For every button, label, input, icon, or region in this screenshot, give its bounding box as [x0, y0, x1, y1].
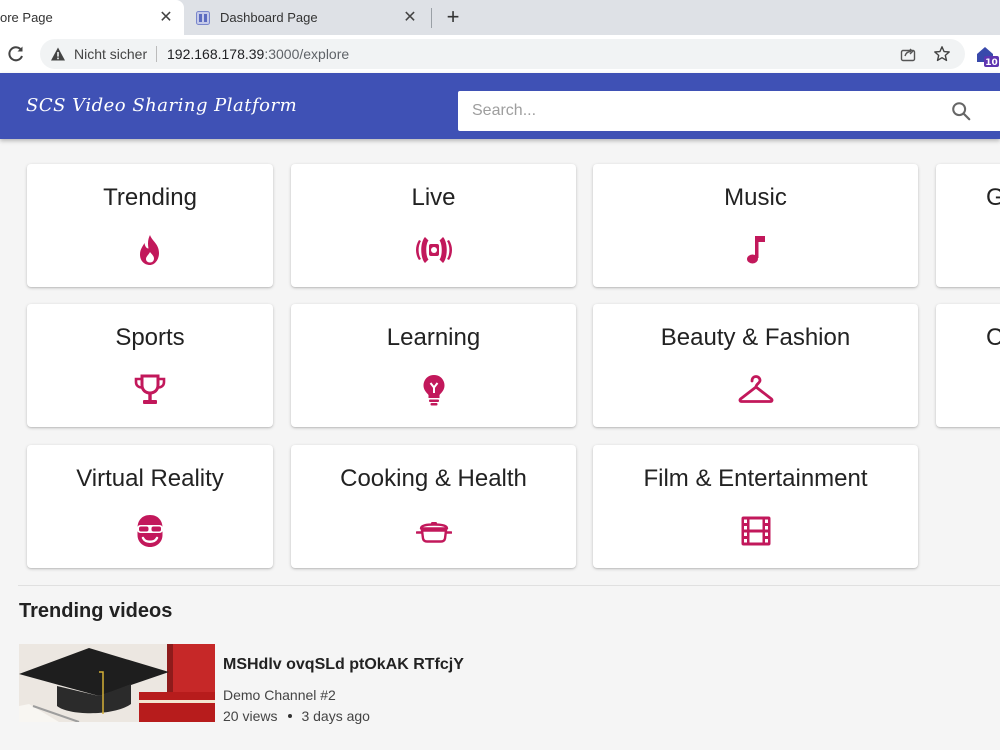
category-label: G: [986, 184, 1000, 211]
category-card-live[interactable]: Live: [291, 164, 576, 287]
cooking-pot-icon: [415, 522, 452, 543]
category-card-sports[interactable]: Sports: [27, 304, 273, 427]
category-card-trending[interactable]: Trending: [27, 164, 273, 287]
category-label: Music: [724, 184, 787, 211]
share-icon[interactable]: [900, 46, 916, 62]
hanger-icon: [738, 375, 773, 403]
category-label: Learning: [386, 324, 481, 351]
trophy-icon: [134, 374, 166, 404]
url-path: :3000/explore: [264, 46, 350, 62]
app-logo[interactable]: SCS Video Sharing Platform: [26, 95, 297, 116]
category-card-beauty-fashion[interactable]: Beauty & Fashion: [593, 304, 918, 427]
flame-icon: [140, 235, 159, 265]
video-age: 3 days ago: [301, 708, 370, 724]
music-note-icon: [746, 236, 765, 264]
warning-icon[interactable]: [50, 46, 66, 62]
bookmark-star-icon[interactable]: [933, 45, 951, 63]
category-label: Sports: [115, 324, 185, 351]
category-label: Virtual Reality: [76, 465, 224, 492]
category-card-partial-g[interactable]: G: [936, 164, 1000, 287]
category-card-cooking-health[interactable]: Cooking & Health: [291, 445, 576, 568]
new-tab-icon[interactable]: +: [442, 4, 464, 29]
category-card-partial-c[interactable]: C: [936, 304, 1000, 427]
tab-title: ore Page: [0, 10, 53, 25]
reload-icon[interactable]: [6, 44, 26, 64]
vr-headset-icon: [137, 515, 163, 547]
video-title[interactable]: MSHdlv ovqSLd ptOkAK RTfcjY: [223, 656, 464, 674]
video-meta: 20 views 3 days ago: [223, 708, 370, 724]
browser-toolbar: Nicht sicher 192.168.178.39:3000/explore: [0, 35, 1000, 73]
browser-tab-bar: ore Page ✕ Dashboard Page ✕ +: [0, 0, 1000, 35]
tab-dashboard[interactable]: Dashboard Page ✕: [186, 0, 428, 35]
video-item[interactable]: MSHdlv ovqSLd ptOkAK RTfcjY Demo Channel…: [19, 644, 719, 724]
tab-title: Dashboard Page: [220, 10, 318, 25]
close-tab-icon[interactable]: ✕: [158, 9, 174, 26]
address-separator: [156, 46, 157, 62]
address-bar[interactable]: Nicht sicher 192.168.178.39:3000/explore: [40, 39, 965, 69]
app-header: SCS Video Sharing Platform: [0, 73, 1000, 139]
category-label: C: [986, 324, 1000, 351]
search-input[interactable]: [470, 101, 934, 121]
category-label: Live: [411, 184, 456, 211]
category-card-virtual-reality[interactable]: Virtual Reality: [27, 445, 273, 568]
video-channel[interactable]: Demo Channel #2: [223, 687, 336, 703]
meta-dot: [288, 714, 293, 719]
broadcast-icon: [415, 237, 452, 263]
tab-explore[interactable]: ore Page ✕: [0, 0, 184, 35]
address-url[interactable]: 192.168.178.39:3000/explore: [167, 46, 349, 62]
category-label: Beauty & Fashion: [660, 324, 851, 351]
search-bar: [458, 91, 1000, 131]
category-label: Trending: [103, 184, 197, 211]
trending-section-title: Trending videos: [19, 600, 173, 622]
film-icon: [741, 516, 770, 546]
extension-icon[interactable]: 10: [975, 44, 999, 68]
category-card-music[interactable]: Music: [593, 164, 918, 287]
extension-badge: 10: [985, 58, 998, 68]
video-views: 20 views: [223, 708, 278, 724]
close-tab-icon[interactable]: ✕: [402, 9, 418, 26]
category-label: Film & Entertainment: [643, 465, 868, 492]
section-divider: [18, 585, 1000, 586]
search-icon[interactable]: [950, 100, 972, 122]
category-label: Cooking & Health: [340, 465, 527, 492]
url-host: 192.168.178.39: [167, 46, 265, 62]
security-status[interactable]: Nicht sicher: [74, 46, 147, 62]
favicon-icon: [196, 10, 210, 25]
tab-separator: [431, 8, 432, 28]
category-card-film-entertainment[interactable]: Film & Entertainment: [593, 445, 918, 568]
category-card-learning[interactable]: Learning: [291, 304, 576, 427]
video-thumbnail[interactable]: [19, 644, 215, 722]
lightbulb-icon: [423, 375, 444, 406]
